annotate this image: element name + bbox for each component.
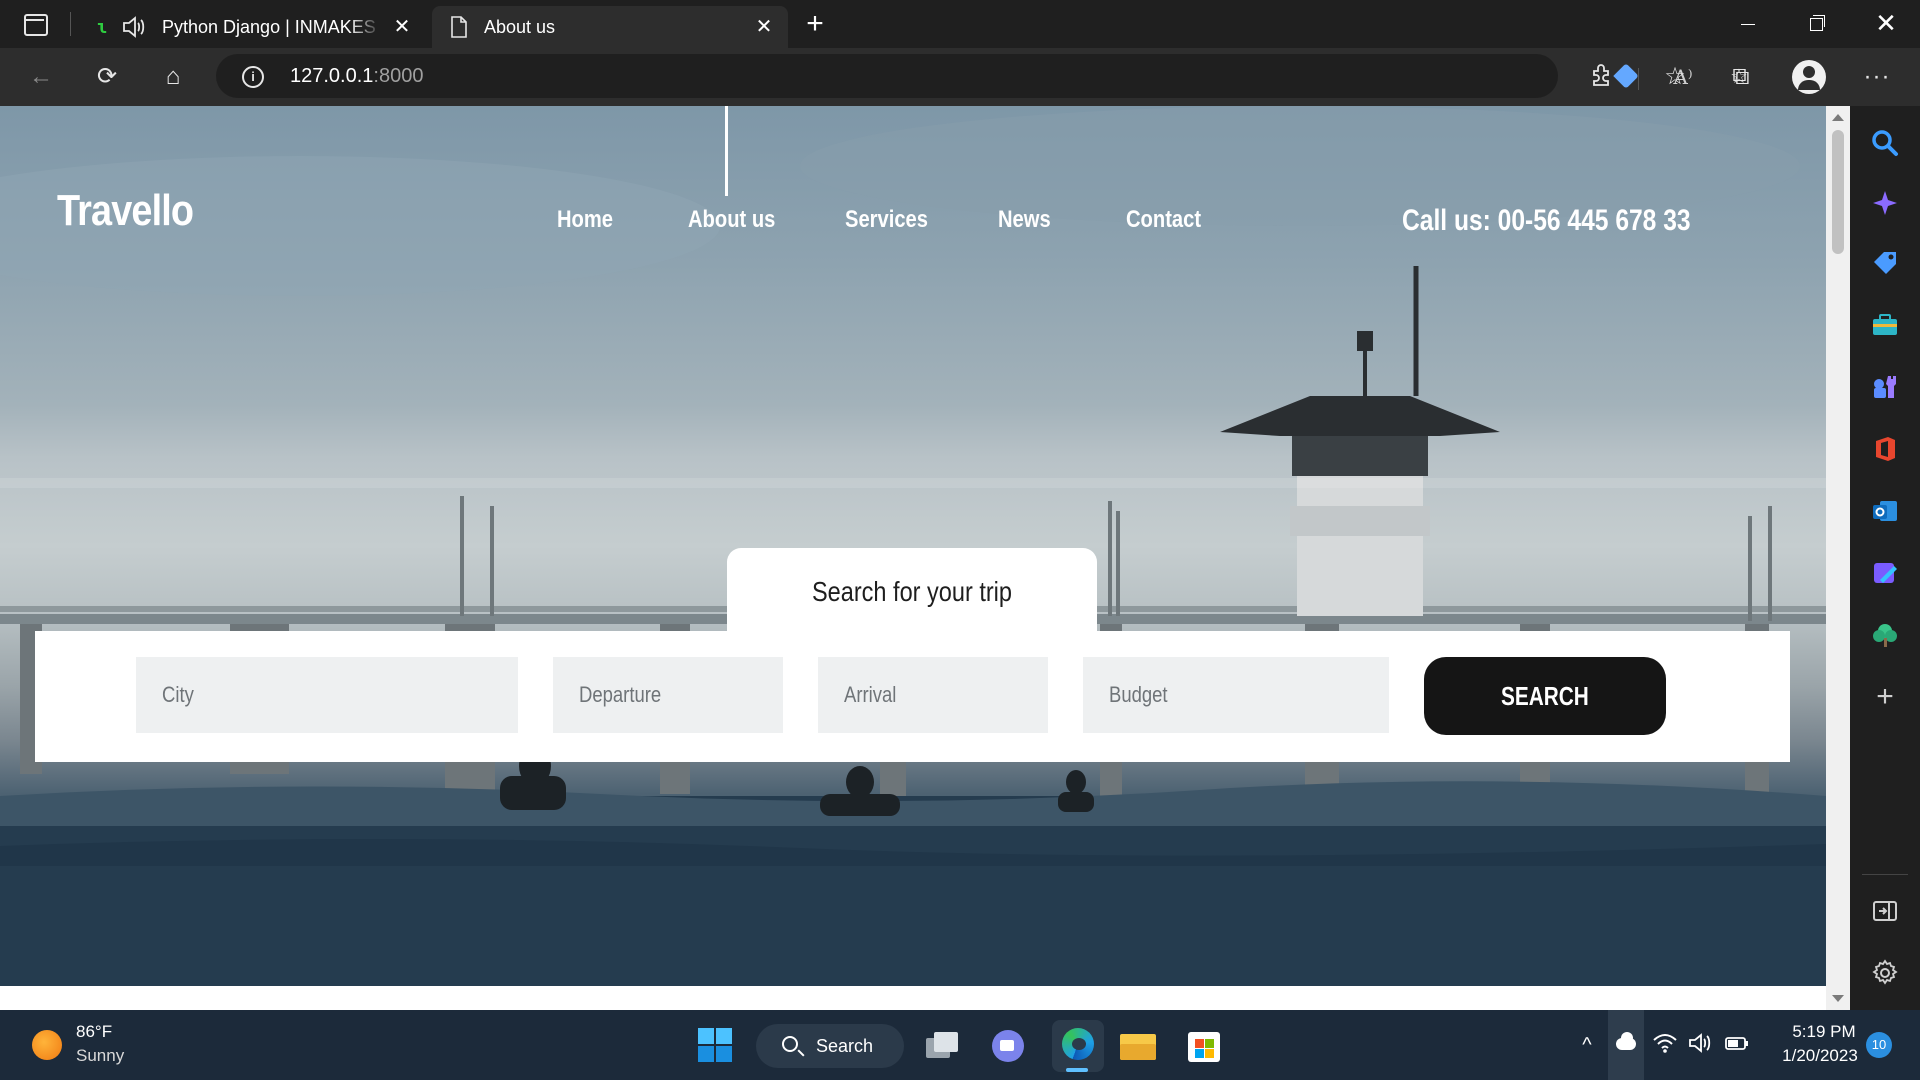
tab-actions-icon[interactable]: [20, 12, 50, 36]
sidebar-separator: [1862, 874, 1908, 875]
reload-icon[interactable]: ⟳: [92, 62, 122, 92]
sun-icon[interactable]: [32, 1030, 62, 1060]
phone-number: Call us: 00-56 445 678 33: [1402, 204, 1691, 237]
onedrive-cloud-icon[interactable]: [1608, 1010, 1644, 1080]
toolbar-separator: [1638, 68, 1639, 90]
outlook-icon[interactable]: [1870, 496, 1900, 526]
page-viewport: Travello Home About us Services News Con…: [0, 106, 1826, 1010]
clock-date[interactable]: 1/20/2023: [1770, 1046, 1870, 1066]
url-host: 127.0.0.1: [290, 65, 374, 87]
hide-sidebar-icon[interactable]: [1870, 896, 1900, 926]
show-hidden-icons-chevron-icon[interactable]: ^: [1572, 1032, 1602, 1058]
back-icon[interactable]: ←: [26, 62, 56, 92]
search-form: City Departure Arrival Budget SEARCH: [35, 631, 1790, 762]
microsoft-store-icon[interactable]: [1184, 1026, 1224, 1066]
site-info-icon[interactable]: i: [242, 66, 264, 88]
tree-icon[interactable]: [1870, 620, 1900, 650]
task-view-icon[interactable]: [922, 1026, 962, 1066]
restore-button[interactable]: [1796, 8, 1836, 40]
taskbar-search[interactable]: Search: [756, 1024, 904, 1068]
departure-placeholder: Departure: [579, 682, 662, 707]
city-input[interactable]: City: [136, 657, 518, 733]
departure-input[interactable]: Departure: [553, 657, 783, 733]
arrival-input[interactable]: Arrival: [818, 657, 1048, 733]
browser-toolbar: ← ⟳ ⌂ i 127.0.0.1:8000 A⁾ ☆ ☆ ⧉ ···: [0, 48, 1920, 106]
active-nav-indicator: [725, 106, 728, 196]
budget-placeholder: Budget: [1109, 682, 1168, 707]
tab-title: Python Django | INMAKES L: [162, 16, 382, 37]
close-tab-icon[interactable]: ✕: [754, 17, 774, 37]
nav-news[interactable]: News: [998, 206, 1051, 234]
battery-icon[interactable]: [1722, 1032, 1752, 1058]
search-button-label: SEARCH: [1501, 681, 1589, 711]
url-port: :8000: [373, 65, 424, 87]
favorites-icon[interactable]: ☆: [1660, 62, 1690, 92]
nav-home[interactable]: Home: [557, 206, 613, 234]
site-logo[interactable]: Travello: [57, 186, 194, 236]
file-explorer-icon[interactable]: [1118, 1026, 1158, 1066]
nav-services[interactable]: Services: [845, 206, 928, 234]
tab-python-django[interactable]: ɩ Python Django | INMAKES L ✕: [82, 6, 426, 48]
edge-browser-icon[interactable]: [1052, 1020, 1104, 1072]
edge-sidebar: +: [1850, 106, 1920, 1010]
games-icon[interactable]: [1870, 372, 1900, 402]
scroll-thumb[interactable]: [1832, 130, 1844, 254]
budget-input[interactable]: Budget: [1083, 657, 1389, 733]
minimize-button[interactable]: [1728, 8, 1768, 40]
volume-icon[interactable]: [1686, 1032, 1716, 1058]
collections-icon[interactable]: ⧉: [1726, 62, 1756, 92]
django-icon: ɩ: [96, 16, 108, 38]
search-icon[interactable]: [1870, 128, 1900, 158]
copilot-icon[interactable]: [1870, 188, 1900, 218]
browser-titlebar: ɩ Python Django | INMAKES L ✕ About us ✕…: [0, 0, 1920, 48]
url-text[interactable]: 127.0.0.1:8000: [290, 65, 423, 88]
profile-avatar[interactable]: [1792, 60, 1826, 94]
settings-icon[interactable]: [1870, 958, 1900, 988]
shopping-icon[interactable]: [1870, 248, 1900, 278]
active-app-indicator: [1066, 1068, 1088, 1072]
hero-haze: [0, 478, 1826, 488]
tab-divider: [70, 12, 71, 36]
office-icon[interactable]: [1870, 434, 1900, 464]
search-icon: [782, 1036, 798, 1052]
search-tab: Search for your trip: [727, 548, 1097, 638]
weather-condition[interactable]: Sunny: [76, 1046, 124, 1066]
scroll-down-icon[interactable]: [1832, 995, 1844, 1002]
taskbar-search-label: Search: [816, 1036, 874, 1056]
designer-icon[interactable]: [1870, 558, 1900, 588]
home-icon[interactable]: ⌂: [158, 62, 188, 92]
speaker-icon[interactable]: [122, 16, 146, 38]
address-bar[interactable]: i 127.0.0.1:8000 A⁾ ☆: [216, 54, 1748, 98]
tools-icon[interactable]: [1870, 310, 1900, 340]
nav-contact[interactable]: Contact: [1126, 206, 1201, 234]
page-scrollbar[interactable]: [1826, 106, 1850, 1010]
windows-start-icon[interactable]: [698, 1028, 734, 1064]
more-options-icon[interactable]: ···: [1862, 62, 1892, 92]
arrival-placeholder: Arrival: [844, 682, 897, 707]
wifi-icon[interactable]: [1650, 1032, 1680, 1058]
shopping-tag-icon[interactable]: [1614, 64, 1640, 90]
tab-about-us[interactable]: About us ✕: [432, 6, 788, 48]
new-tab-button[interactable]: +: [800, 9, 830, 40]
add-icon[interactable]: +: [1870, 682, 1900, 712]
clock-time[interactable]: 5:19 PM: [1784, 1022, 1864, 1042]
hero-banner: [0, 106, 1826, 986]
close-tab-icon[interactable]: ✕: [392, 17, 412, 37]
pier-background-image: [0, 106, 1826, 986]
tab-title: About us: [484, 16, 556, 37]
notification-badge[interactable]: 10: [1866, 1032, 1892, 1058]
city-placeholder: City: [162, 682, 194, 707]
search-button[interactable]: SEARCH: [1424, 657, 1666, 735]
weather-temperature[interactable]: 86°F: [76, 1022, 112, 1042]
nav-about-us[interactable]: About us: [688, 206, 775, 234]
scroll-up-icon[interactable]: [1832, 114, 1844, 121]
search-title: Search for your trip: [811, 576, 1012, 607]
teams-chat-icon[interactable]: [988, 1026, 1028, 1066]
extensions-icon[interactable]: [1587, 62, 1617, 92]
close-window-button[interactable]: ✕: [1866, 8, 1906, 40]
document-icon: [450, 16, 468, 38]
